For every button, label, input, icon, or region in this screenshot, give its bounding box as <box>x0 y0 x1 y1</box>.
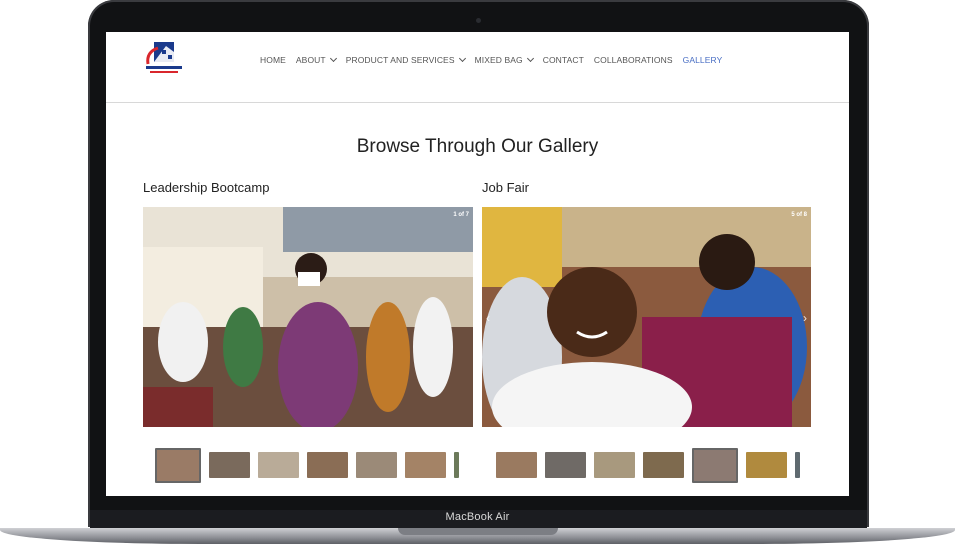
thumbnail[interactable] <box>405 452 446 478</box>
thumbnail-strip-job-fair <box>496 448 800 483</box>
thumbnail[interactable] <box>356 452 397 478</box>
photo-counter: 1 of 7 <box>453 212 469 218</box>
thumbnail-strip-leadership <box>155 448 459 483</box>
prev-arrow-icon[interactable]: ‹ <box>486 311 490 325</box>
thumbnail[interactable] <box>209 452 250 478</box>
thumbnail[interactable] <box>258 452 299 478</box>
gallery-title-leadership: Leadership Bootcamp <box>143 180 270 195</box>
thumbnail[interactable] <box>692 448 738 483</box>
nav-item-product-and-services[interactable]: PRODUCT AND SERVICES <box>346 54 466 65</box>
thumbnail[interactable] <box>594 452 635 478</box>
gallery-main-photo-job-fair[interactable]: 5 of 8 ‹ › <box>482 207 811 427</box>
page-title: Browse Through Our Gallery <box>356 136 599 157</box>
gallery-main-photo-leadership[interactable]: 1 of 7 <box>143 207 473 427</box>
camera-icon <box>476 18 481 23</box>
nav-item-about[interactable]: ABOUT <box>296 54 337 65</box>
device-label: MacBook Air <box>445 511 510 523</box>
thumbnail[interactable] <box>746 452 787 478</box>
chevron-down-icon <box>458 54 466 63</box>
site-logo[interactable] <box>144 42 184 76</box>
nav-item-collaborations[interactable]: COLLABORATIONS <box>594 55 673 65</box>
leadership-photo-image <box>143 207 473 427</box>
nav-item-home[interactable]: HOME <box>260 55 286 65</box>
chevron-down-icon <box>329 54 337 63</box>
thumbnail[interactable] <box>795 452 800 478</box>
gallery-title-job-fair: Job Fair <box>482 180 529 195</box>
job-fair-photo-image <box>482 207 811 427</box>
thumbnail[interactable] <box>155 448 201 483</box>
next-arrow-icon[interactable]: › <box>803 311 807 325</box>
thumbnail[interactable] <box>307 452 348 478</box>
header-divider <box>106 102 849 103</box>
main-nav: HOME ABOUT PRODUCT AND SERVICES MIXED BA… <box>260 54 732 65</box>
nav-item-gallery[interactable]: GALLERY <box>683 55 723 65</box>
photo-counter: 5 of 8 <box>791 212 807 218</box>
laptop-notch <box>398 528 558 535</box>
thumbnail[interactable] <box>643 452 684 478</box>
thumbnail[interactable] <box>545 452 586 478</box>
nav-item-contact[interactable]: CONTACT <box>543 55 584 65</box>
thumbnail[interactable] <box>454 452 459 478</box>
chevron-down-icon <box>526 54 534 63</box>
browser-screen: HOME ABOUT PRODUCT AND SERVICES MIXED BA… <box>106 32 849 496</box>
thumbnail[interactable] <box>496 452 537 478</box>
nav-item-mixed-bag[interactable]: MIXED BAG <box>475 54 534 65</box>
